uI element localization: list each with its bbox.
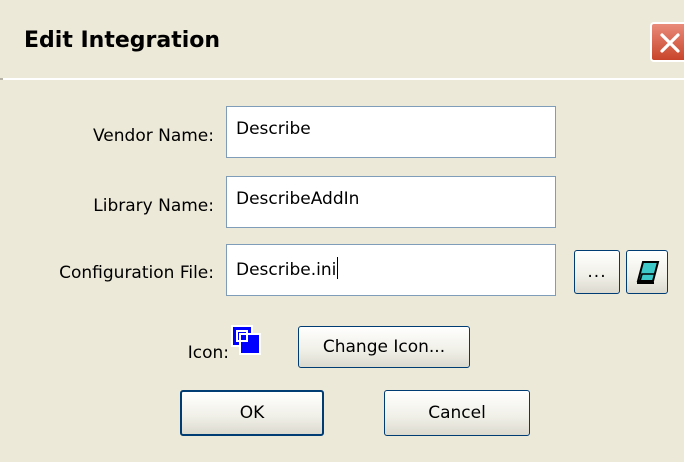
ok-button[interactable]: OK <box>180 390 324 436</box>
library-name-value: DescribeAddIn <box>236 189 360 209</box>
edit-file-button[interactable] <box>626 250 668 294</box>
vendor-name-value: Describe <box>236 119 311 139</box>
library-name-label: Library Name: <box>93 196 214 216</box>
close-button[interactable] <box>650 22 684 62</box>
vendor-name-input[interactable]: Describe <box>226 106 556 158</box>
browse-button[interactable]: ... <box>574 250 620 294</box>
vendor-name-label: Vendor Name: <box>92 126 214 146</box>
browse-button-label: ... <box>587 262 607 282</box>
edit-integration-dialog: Edit Integration Vendor Name: Describe L… <box>0 0 684 462</box>
text-caret <box>337 257 339 279</box>
title-bar[interactable]: Edit Integration <box>0 0 684 80</box>
ok-button-label: OK <box>239 403 265 423</box>
cancel-button[interactable]: Cancel <box>384 390 530 436</box>
close-icon <box>660 33 680 53</box>
integration-icon <box>228 324 264 360</box>
cancel-button-label: Cancel <box>428 403 486 423</box>
change-icon-button-label: Change Icon... <box>322 337 446 357</box>
icon-label: Icon: <box>187 343 229 363</box>
edit-file-icon <box>636 261 660 284</box>
dialog-title: Edit Integration <box>24 28 221 53</box>
configuration-file-input[interactable]: Describe.ini <box>226 244 556 296</box>
configuration-file-value: Describe.ini <box>236 260 337 280</box>
change-icon-button[interactable]: Change Icon... <box>298 326 470 368</box>
configuration-file-label: Configuration File: <box>59 263 214 283</box>
library-name-input[interactable]: DescribeAddIn <box>226 176 556 228</box>
